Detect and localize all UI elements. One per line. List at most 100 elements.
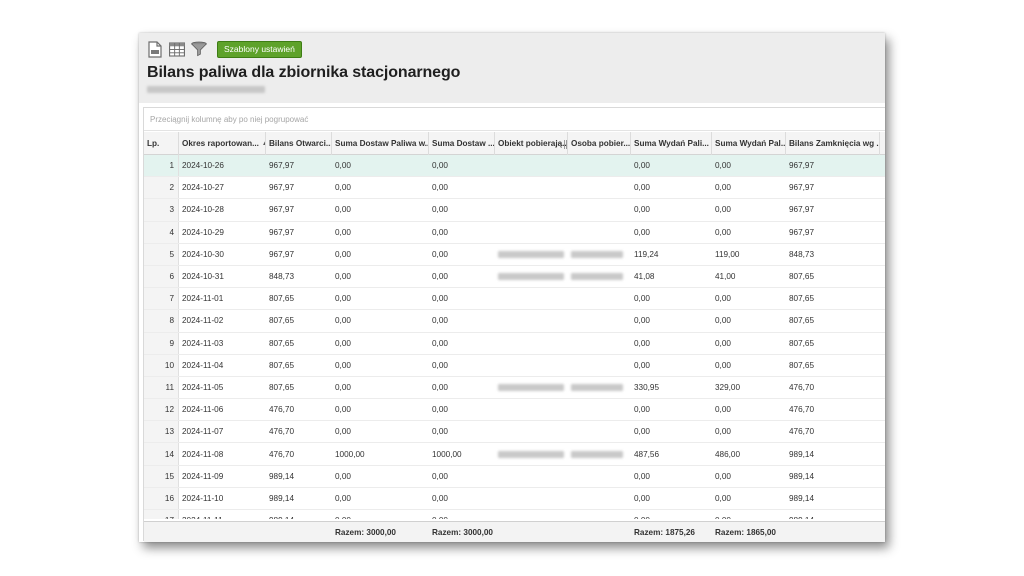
table-row[interactable]: 15 2024-11-09 989,14 0,00 0,00 0,00 0,00 989,14 [144,465,885,488]
cell-lp: 1 [144,155,179,177]
cell-receiving-person [568,266,631,287]
cell-deliveries-1: 1000,00 [335,449,365,459]
cell-opening-balance: 807,65 [269,316,295,326]
table-row[interactable]: 7 2024-11-01 807,65 0,00 0,00 0,00 0,00 807,65 [144,288,885,311]
cell-receiving-person [568,466,631,487]
summary-empty-opening [266,522,332,542]
grid-view-icon[interactable] [169,41,185,58]
cell-lp: 12 [144,399,179,421]
table-row[interactable]: 1 2024-10-26 967,97 0,00 0,00 0,00 0,00 967,97 [144,155,885,178]
cell-issues-2: 0,00 [715,183,731,193]
cell-deliveries-1: 0,00 [335,427,351,437]
cell-opening-balance: 807,65 [269,338,295,348]
report-window: Szablony ustawień Bilans paliwa dla zbio… [139,33,885,542]
cell-lp: 17 [144,510,179,519]
cell-receiving-object [495,466,568,487]
cell-closing-balance: 967,97 [789,183,815,193]
export-document-icon[interactable] [147,40,163,58]
cell-receiving-person [568,510,631,519]
summary-empty-object [495,522,568,542]
cell-receiving-person [568,443,631,464]
table-row[interactable]: 13 2024-11-07 476,70 0,00 0,00 0,00 0,00 476,70 [144,421,885,444]
col-header-closing-balance[interactable]: Bilans Zamknięcia wg ... [786,132,880,155]
cell-receiving-person [568,355,631,376]
cell-issues-2: 41,00 [715,272,736,282]
cell-reporting-period: 2024-10-30 [182,249,224,259]
cell-reporting-period: 2024-11-01 [182,294,224,304]
cell-issues-2: 0,00 [715,471,731,481]
cell-issues-1: 0,00 [634,227,650,237]
cell-issues-2: 0,00 [715,227,731,237]
redacted-value [571,273,623,281]
cell-closing-balance: 967,97 [789,227,815,237]
cell-closing-balance: 807,65 [789,360,815,370]
filter-icon[interactable] [191,41,207,58]
cell-receiving-person [568,421,631,442]
col-header-deliveries-2[interactable]: Suma Dostaw ... [429,132,495,155]
summary-empty-lp [144,522,179,542]
cell-reporting-period: 2024-10-27 [182,183,224,193]
cell-deliveries-2: 0,00 [432,227,448,237]
cell-reporting-period: 2024-11-11 [179,510,266,519]
column-resize-handle-icon[interactable] [564,140,567,149]
cell-receiving-person [568,399,631,420]
table-row[interactable]: 12 2024-11-06 476,70 0,00 0,00 0,00 0,00 476,70 [144,399,885,422]
summary-issues-1-total: Razem: 1875,26 [634,528,695,537]
table-row[interactable]: 4 2024-10-29 967,97 0,00 0,00 0,00 0,00 967,97 [144,221,885,244]
table-row[interactable]: 9 2024-11-03 807,65 0,00 0,00 0,00 0,00 807,65 [144,332,885,355]
col-header-deliveries-1[interactable]: Suma Dostaw Paliwa w... [332,132,429,155]
cell-deliveries-2: 0,00 [432,427,448,437]
cell-opening-balance: 967,97 [269,161,295,171]
cell-receiving-object [495,155,568,176]
col-header-receiving-object[interactable]: Obiekt pobierają... [495,132,568,155]
table-row[interactable]: 10 2024-11-04 807,65 0,00 0,00 0,00 0,00 807,65 [144,354,885,377]
cell-receiving-object [495,399,568,420]
table-row[interactable]: 5 2024-10-30 967,97 0,00 0,00 119,24 119,00 848… [144,243,885,266]
cell-closing-balance: 807,65 [789,294,815,304]
col-header-opening-balance[interactable]: Bilans Otwarci... [266,132,332,155]
col-header-reporting-period[interactable]: Okres raportowan...▲ [179,132,266,155]
cell-issues-1: 0,00 [634,405,650,415]
cell-deliveries-1: 0,00 [335,227,351,237]
table-row[interactable]: 3 2024-10-28 967,97 0,00 0,00 0,00 0,00 967,97 [144,199,885,222]
cell-deliveries-1: 0,00 [335,294,351,304]
col-header-receiving-person[interactable]: Osoba pobier... [568,132,631,155]
cell-issues-1: 0,00 [634,338,650,348]
cell-lp: 3 [144,199,179,221]
table-row[interactable]: 6 2024-10-31 848,73 0,00 0,00 41,08 41,00 807,6… [144,265,885,289]
cell-lp: 14 [144,443,179,465]
cell-reporting-period: 2024-11-10 [182,493,224,503]
cell-receiving-person [568,177,631,198]
table-row[interactable]: 8 2024-11-02 807,65 0,00 0,00 0,00 0,00 807,65 [144,310,885,333]
cell-issues-2: 329,00 [715,382,741,392]
cell-deliveries-1: 0,00 [335,360,351,370]
cell-issues-1: 0,00 [634,161,650,171]
cell-closing-balance: 807,65 [789,316,815,326]
cell-issues-1: 330,95 [634,382,660,392]
cell-issues-2: 486,00 [715,449,741,459]
page-title: Bilans paliwa dla zbiornika stacjonarneg… [147,64,461,81]
col-header-label: Lp. [147,139,160,148]
cell-receiving-person [568,244,631,265]
cell-deliveries-2: 0,00 [432,205,448,215]
cell-reporting-period: 2024-11-09 [182,471,224,481]
table-row[interactable]: 2 2024-10-27 967,97 0,00 0,00 0,00 0,00 967,97 [144,177,885,200]
settings-templates-button[interactable]: Szablony ustawień [217,40,302,58]
col-header-label: Bilans Otwarci... [269,139,332,148]
col-header-lp[interactable]: Lp. [144,132,179,155]
redacted-value [498,450,564,458]
cell-receiving-object [495,355,568,376]
col-header-issues-2[interactable]: Suma Wydań Pal... [712,132,786,155]
col-header-issues-1[interactable]: Suma Wydań Pali... [631,132,712,155]
col-header-label: Suma Dostaw Paliwa w... [335,139,429,148]
table-row[interactable]: 11 2024-11-05 807,65 0,00 0,00 330,95 329,00 47… [144,376,885,400]
cell-issues-1: 0,00 [634,471,650,481]
table-row[interactable]: 172024-11-11989,140,000,000,000,00989,14 [144,510,885,519]
cell-receiving-object [495,377,568,398]
grid-body[interactable]: 1 2024-10-26 967,97 0,00 0,00 0,00 0,00 967,97 2… [144,155,885,519]
table-row[interactable]: 16 2024-11-10 989,14 0,00 0,00 0,00 0,00 989,14 [144,487,885,510]
cell-issues-1: 0,00 [631,510,712,519]
table-row[interactable]: 14 2024-11-08 476,70 1000,00 1000,00 487,56 48… [144,443,885,466]
cell-deliveries-2: 1000,00 [432,449,462,459]
group-by-panel[interactable]: Przeciągnij kolumnę aby po niej pogrupow… [144,108,885,131]
